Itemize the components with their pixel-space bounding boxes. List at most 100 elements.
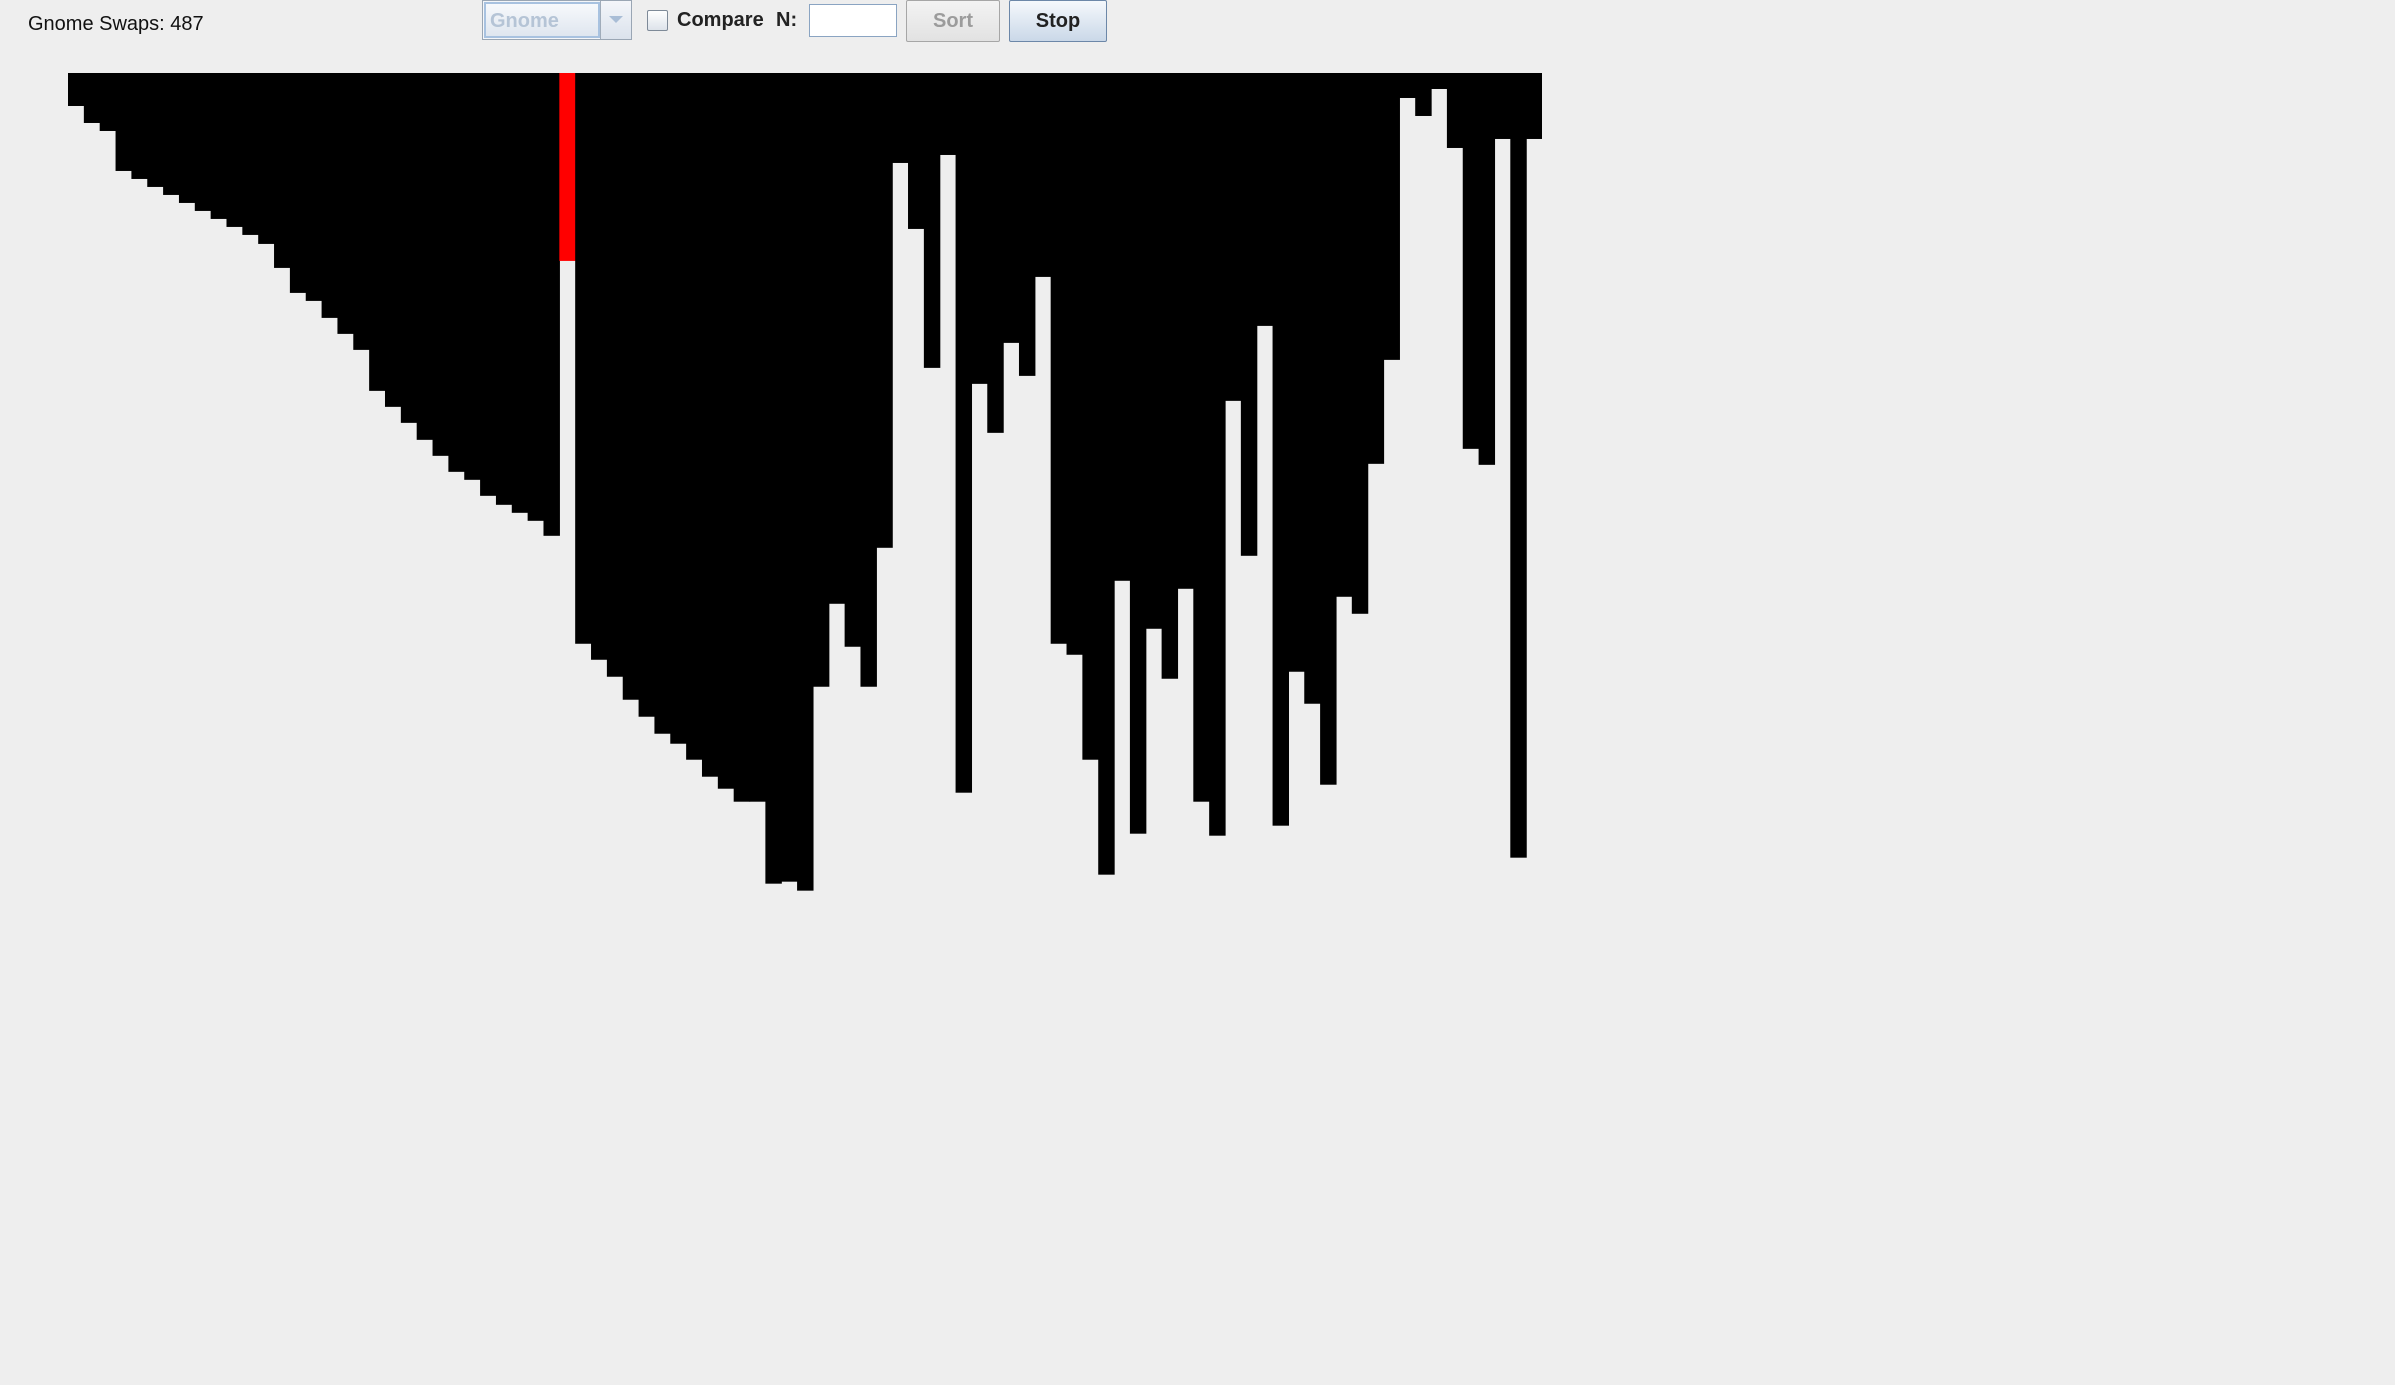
bar: [1288, 73, 1305, 672]
bar: [1098, 73, 1115, 875]
sort-visualization: [68, 73, 1542, 891]
bar: [543, 73, 560, 536]
bar: [1050, 73, 1068, 644]
bar: [1193, 73, 1210, 802]
bar: [337, 73, 354, 334]
bar: [1003, 73, 1020, 343]
bar: [923, 73, 941, 368]
bar: [1145, 73, 1163, 629]
bar: [797, 73, 814, 891]
bar: [749, 73, 766, 802]
bar: [258, 73, 275, 244]
bar: [511, 73, 529, 513]
bar: [1494, 73, 1511, 139]
bar: [1351, 73, 1369, 614]
bar: [1335, 73, 1353, 597]
bar: [178, 73, 196, 203]
bar: [289, 73, 307, 293]
algorithm-select-value: Gnome: [484, 2, 600, 38]
bar: [384, 73, 402, 407]
n-label: N:: [776, 9, 798, 31]
bar: [353, 73, 370, 350]
algorithm-select[interactable]: Gnome: [482, 0, 632, 40]
bar: [1510, 73, 1527, 858]
compare-checkbox[interactable]: [647, 10, 668, 31]
bar: [686, 73, 703, 760]
bar: [812, 73, 830, 687]
bar: [321, 73, 339, 318]
bar: [1526, 73, 1542, 139]
bar: [575, 73, 592, 644]
bar: [1383, 73, 1400, 360]
bar: [495, 73, 513, 505]
bar: [908, 73, 925, 229]
bar: [83, 73, 101, 123]
bar: [1304, 73, 1321, 704]
bar: [971, 73, 988, 384]
bar: [1225, 73, 1242, 401]
bar: [480, 73, 497, 496]
bar: [1066, 73, 1083, 655]
bar: [1367, 73, 1385, 464]
bar: [717, 73, 735, 789]
bar: [939, 73, 957, 155]
bar: [622, 73, 640, 700]
bar: [1415, 73, 1432, 116]
chevron-down-icon[interactable]: [600, 1, 631, 39]
bar: [369, 73, 386, 391]
bar: [733, 73, 751, 802]
bar: [1431, 73, 1448, 89]
bar: [99, 73, 117, 131]
bar: [1399, 73, 1416, 98]
bar: [1018, 73, 1036, 376]
bar: [242, 73, 259, 235]
bar: [400, 73, 418, 423]
bar: [1129, 73, 1147, 834]
bar: [163, 73, 180, 195]
bar: [226, 73, 243, 227]
bar: [1256, 73, 1274, 326]
toolbar: Gnome Compare N: Sort Stop: [0, 0, 1568, 60]
bar: [606, 73, 624, 677]
bar: [876, 73, 893, 548]
bar: [701, 73, 719, 777]
bar: [955, 73, 973, 793]
bar: [274, 73, 291, 268]
bar: [432, 73, 449, 456]
bar: [781, 73, 798, 882]
bar: [416, 73, 434, 440]
n-input[interactable]: [809, 4, 897, 37]
bar: [765, 73, 782, 884]
bar: [194, 73, 212, 211]
bar: [1462, 73, 1480, 449]
bar: [464, 73, 481, 480]
bar: [638, 73, 656, 717]
stop-button[interactable]: Stop: [1009, 0, 1107, 42]
bar: [892, 73, 909, 163]
bar: [1082, 73, 1099, 760]
bar: [654, 73, 671, 734]
bar: [1240, 73, 1258, 556]
bar: [147, 73, 164, 187]
bar: [670, 73, 687, 744]
bar: [527, 73, 545, 521]
bar: [131, 73, 148, 179]
compare-label: Compare: [677, 9, 764, 31]
bar: [828, 73, 846, 604]
bar: [591, 73, 608, 660]
bar: [1478, 73, 1496, 465]
bar: [115, 73, 132, 171]
bar: [1446, 73, 1464, 148]
bar: [987, 73, 1004, 433]
active-bar: [559, 73, 576, 261]
bar: [1034, 73, 1052, 277]
sort-button[interactable]: Sort: [906, 0, 1000, 42]
bar: [448, 73, 465, 472]
bar: [1209, 73, 1226, 836]
bar: [1320, 73, 1337, 785]
bar: [1272, 73, 1290, 826]
bar: [1177, 73, 1194, 589]
bar: [1161, 73, 1179, 679]
bar: [860, 73, 877, 687]
bar: [210, 73, 228, 219]
